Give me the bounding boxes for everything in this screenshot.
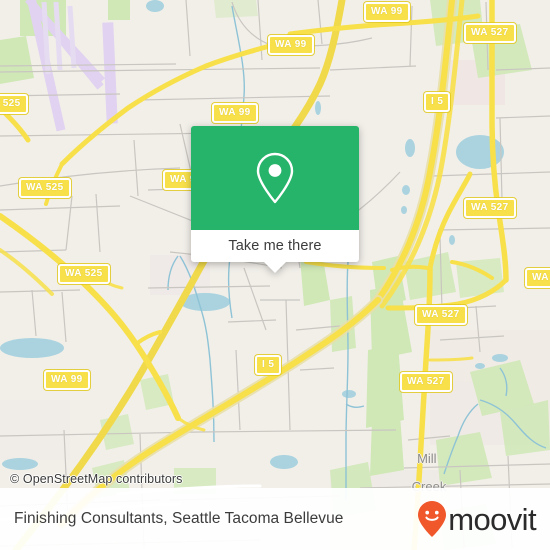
road-shield: I 5	[255, 355, 282, 375]
road-shield: WA 525	[19, 178, 71, 198]
road-shield: WA 525	[58, 264, 110, 284]
place-label-line1: Mill	[417, 451, 437, 466]
road-shield: WA 527	[415, 305, 467, 325]
road-shield: WA 527	[464, 198, 516, 218]
moovit-logo[interactable]: moovit	[417, 500, 537, 538]
footer-bar: Finishing Consultants, Seattle Tacoma Be…	[0, 488, 550, 550]
place-title: Finishing Consultants, Seattle Tacoma Be…	[14, 510, 344, 527]
map-popup-card[interactable]: Take me there	[191, 126, 359, 273]
road-shield: WA 99	[268, 35, 314, 55]
road-shield: WA 527	[464, 23, 516, 43]
road-shield: WA 527	[400, 372, 452, 392]
map-screenshot: WA 99 WA 527 WA 99 I 5 WA 99 WA 525 WA 5…	[0, 0, 550, 550]
road-shield: WA 525	[0, 94, 28, 114]
map-pin-icon	[254, 151, 296, 205]
take-me-there-label: Take me there	[228, 238, 322, 254]
road-shield: WA 99	[44, 370, 90, 390]
road-shield: WA 99	[364, 2, 410, 22]
moovit-wordmark: moovit	[448, 501, 536, 537]
moovit-pin-smiley-icon	[417, 500, 447, 538]
road-shield: WA 99	[212, 103, 258, 123]
popup-tail	[264, 262, 286, 273]
map-canvas[interactable]: WA 99 WA 527 WA 99 I 5 WA 99 WA 525 WA 5…	[0, 0, 550, 550]
take-me-there-button[interactable]: Take me there	[191, 230, 359, 262]
road-shield: I 5	[424, 92, 451, 112]
osm-attribution[interactable]: © OpenStreetMap contributors	[10, 472, 183, 486]
popup-hero	[191, 126, 359, 230]
road-shield: WA 527	[525, 268, 550, 288]
